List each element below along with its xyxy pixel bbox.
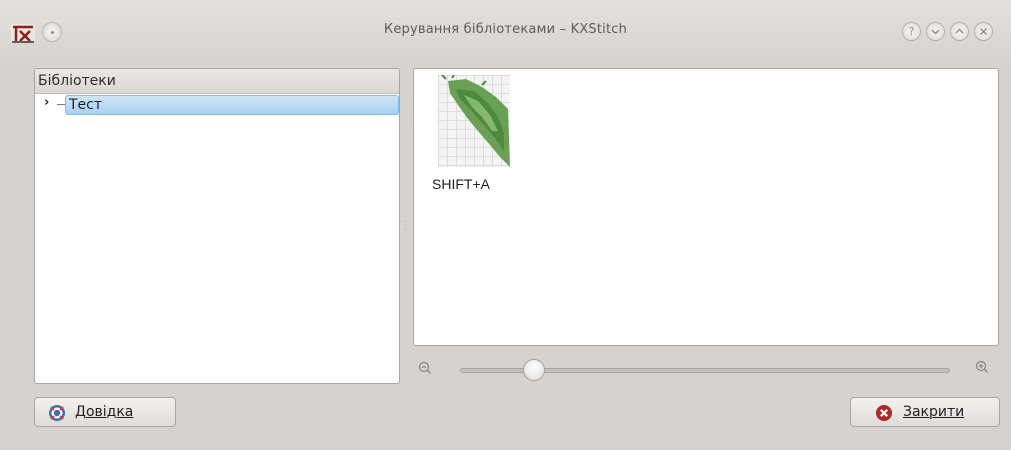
zoom-slider-handle[interactable] — [522, 359, 545, 381]
panel-splitter-handle[interactable]: · · · — [404, 218, 408, 234]
help-icon[interactable]: ? — [902, 22, 921, 41]
maximize-icon[interactable] — [950, 22, 969, 41]
help-book-icon — [49, 405, 65, 421]
library-item-test[interactable]: Тест — [65, 95, 399, 115]
expand-arrow-icon[interactable]: › — [44, 95, 49, 110]
library-tree[interactable]: Бібліотеки › Тест — [34, 68, 400, 384]
zoom-out-icon[interactable] — [418, 361, 432, 375]
close-button-label: Закрити — [903, 404, 965, 420]
pattern-label: SHIFT+A — [432, 176, 490, 192]
help-button-label: Довідка — [75, 404, 134, 420]
pattern-item[interactable]: SHIFT+A — [432, 75, 522, 200]
close-icon[interactable] — [974, 22, 993, 41]
close-circle-icon — [876, 405, 892, 421]
minimize-icon[interactable] — [926, 22, 945, 41]
titlebar: Керування бібліотеками – KXStitch ? — [0, 0, 1011, 60]
pattern-list[interactable]: SHIFT+A — [413, 68, 999, 346]
library-manager-window: Керування бібліотеками – KXStitch ? Бібл… — [0, 0, 1011, 450]
library-tree-header[interactable]: Бібліотеки — [35, 69, 399, 94]
close-button[interactable]: Закрити — [850, 397, 1000, 427]
tree-row[interactable]: › Тест — [35, 94, 399, 116]
pattern-thumbnail — [438, 75, 510, 167]
help-button[interactable]: Довідка — [34, 397, 176, 427]
window-title: Керування бібліотеками – KXStitch — [383, 22, 628, 37]
zoom-in-icon[interactable] — [975, 360, 989, 374]
tree-branch-line — [57, 104, 65, 105]
